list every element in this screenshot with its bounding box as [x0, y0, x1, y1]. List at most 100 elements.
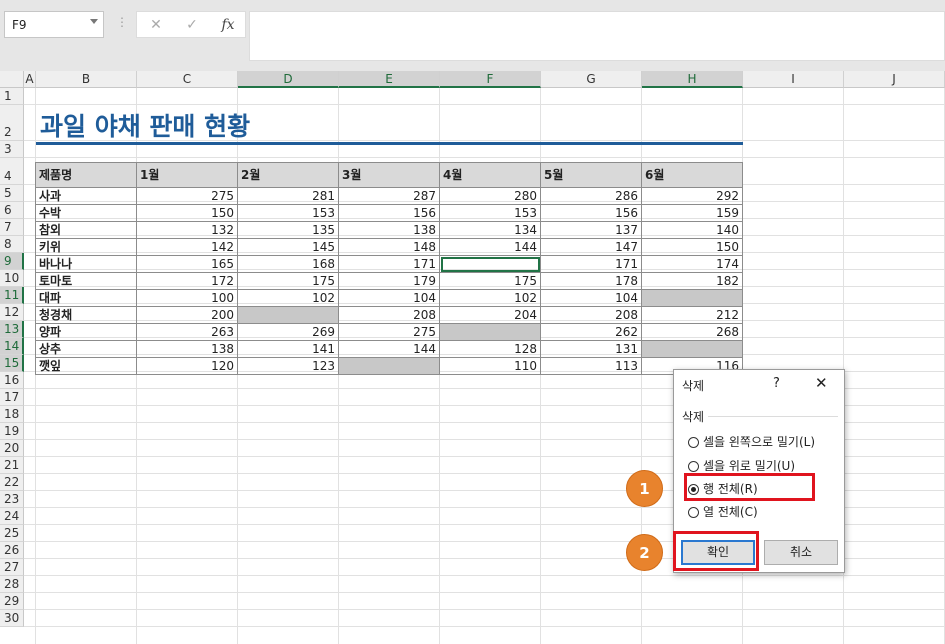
row-header[interactable]: 21 — [0, 457, 24, 474]
value-cell[interactable]: 102 — [439, 289, 541, 307]
value-cell[interactable]: 147 — [540, 238, 642, 256]
product-name-cell[interactable]: 상추 — [35, 340, 137, 358]
row-header[interactable]: 7 — [0, 219, 24, 236]
value-cell[interactable]: 123 — [237, 357, 339, 375]
value-cell[interactable]: 269 — [237, 323, 339, 341]
row-header[interactable]: 27 — [0, 559, 24, 576]
row-header[interactable]: 25 — [0, 525, 24, 542]
row-header[interactable]: 18 — [0, 406, 24, 423]
value-cell[interactable]: 275 — [338, 323, 440, 341]
product-name-cell[interactable]: 수박 — [35, 204, 137, 222]
column-header[interactable]: B — [36, 71, 137, 88]
column-header-cell[interactable]: 2월 — [237, 162, 339, 188]
value-cell[interactable]: 131 — [540, 340, 642, 358]
product-name-cell[interactable]: 사과 — [35, 187, 137, 205]
row-header[interactable]: 8 — [0, 236, 24, 253]
value-cell[interactable]: 268 — [641, 323, 743, 341]
cancel-icon[interactable]: ✕ — [145, 17, 167, 35]
row-header[interactable]: 30 — [0, 610, 24, 627]
value-cell[interactable]: 212 — [641, 306, 743, 324]
value-cell[interactable]: 104 — [338, 289, 440, 307]
value-cell[interactable]: 262 — [540, 323, 642, 341]
value-cell[interactable]: 144 — [439, 238, 541, 256]
row-header[interactable]: 20 — [0, 440, 24, 457]
help-icon[interactable]: ? — [773, 376, 780, 391]
column-header-cell[interactable]: 6월 — [641, 162, 743, 188]
cancel-button[interactable]: 취소 — [764, 540, 838, 565]
value-cell[interactable]: 165 — [136, 255, 238, 273]
radio-icon[interactable] — [688, 461, 699, 472]
option-shift-left[interactable]: 셀을 왼쪽으로 밀기(L) — [688, 433, 815, 450]
value-cell[interactable]: 110 — [439, 357, 541, 375]
value-cell[interactable]: 174 — [641, 255, 743, 273]
chevron-down-icon[interactable] — [90, 19, 98, 24]
value-cell[interactable]: 120 — [136, 357, 238, 375]
product-name-cell[interactable]: 청경채 — [35, 306, 137, 324]
blank-cell[interactable] — [338, 357, 440, 375]
value-cell[interactable]: 153 — [237, 204, 339, 222]
blank-cell[interactable] — [641, 340, 743, 358]
option-entire-column[interactable]: 열 전체(C) — [688, 503, 758, 520]
row-header[interactable]: 17 — [0, 389, 24, 406]
value-cell[interactable]: 150 — [136, 204, 238, 222]
value-cell[interactable]: 128 — [439, 340, 541, 358]
column-header[interactable]: D — [238, 71, 339, 88]
value-cell[interactable]: 178 — [540, 272, 642, 290]
value-cell[interactable]: 135 — [237, 221, 339, 239]
value-cell[interactable]: 263 — [136, 323, 238, 341]
value-cell[interactable]: 140 — [641, 221, 743, 239]
close-icon[interactable]: ✕ — [815, 374, 828, 392]
column-header[interactable]: G — [541, 71, 642, 88]
row-header[interactable]: 1 — [0, 88, 24, 105]
value-cell[interactable]: 132 — [136, 221, 238, 239]
value-cell[interactable]: 145 — [237, 238, 339, 256]
column-header[interactable]: A — [24, 71, 36, 88]
value-cell[interactable]: 153 — [439, 204, 541, 222]
column-header-cell[interactable]: 4월 — [439, 162, 541, 188]
value-cell[interactable]: 138 — [136, 340, 238, 358]
row-header[interactable]: 10 — [0, 270, 24, 287]
value-cell[interactable]: 204 — [439, 306, 541, 324]
value-cell[interactable]: 208 — [338, 306, 440, 324]
blank-cell[interactable] — [237, 306, 339, 324]
row-header[interactable]: 15 — [0, 355, 24, 372]
value-cell[interactable]: 137 — [540, 221, 642, 239]
row-header[interactable]: 24 — [0, 508, 24, 525]
value-cell[interactable]: 102 — [237, 289, 339, 307]
value-cell[interactable]: 171 — [338, 255, 440, 273]
value-cell[interactable]: 280 — [439, 187, 541, 205]
active-cell[interactable] — [439, 255, 541, 273]
row-header[interactable]: 29 — [0, 593, 24, 610]
value-cell[interactable]: 281 — [237, 187, 339, 205]
fx-icon[interactable]: fx — [217, 17, 239, 35]
row-header[interactable]: 22 — [0, 474, 24, 491]
value-cell[interactable]: 287 — [338, 187, 440, 205]
product-name-cell[interactable]: 대파 — [35, 289, 137, 307]
value-cell[interactable]: 113 — [540, 357, 642, 375]
product-name-cell[interactable]: 바나나 — [35, 255, 137, 273]
radio-icon[interactable] — [688, 437, 699, 448]
value-cell[interactable]: 292 — [641, 187, 743, 205]
column-header[interactable]: F — [440, 71, 541, 88]
value-cell[interactable]: 168 — [237, 255, 339, 273]
column-header-cell[interactable]: 3월 — [338, 162, 440, 188]
row-header[interactable]: 3 — [0, 141, 24, 158]
value-cell[interactable]: 144 — [338, 340, 440, 358]
row-header[interactable]: 2 — [0, 105, 24, 141]
value-cell[interactable]: 104 — [540, 289, 642, 307]
value-cell[interactable]: 172 — [136, 272, 238, 290]
value-cell[interactable]: 156 — [540, 204, 642, 222]
value-cell[interactable]: 286 — [540, 187, 642, 205]
value-cell[interactable]: 200 — [136, 306, 238, 324]
formula-input[interactable] — [249, 11, 945, 61]
column-header[interactable]: C — [137, 71, 238, 88]
product-name-cell[interactable]: 키위 — [35, 238, 137, 256]
column-header[interactable]: I — [743, 71, 844, 88]
value-cell[interactable]: 142 — [136, 238, 238, 256]
more-vertical-icon[interactable]: ⋮ — [116, 15, 128, 33]
blank-cell[interactable] — [439, 323, 541, 341]
value-cell[interactable]: 275 — [136, 187, 238, 205]
row-header[interactable]: 11 — [0, 287, 24, 304]
value-cell[interactable]: 179 — [338, 272, 440, 290]
value-cell[interactable]: 141 — [237, 340, 339, 358]
